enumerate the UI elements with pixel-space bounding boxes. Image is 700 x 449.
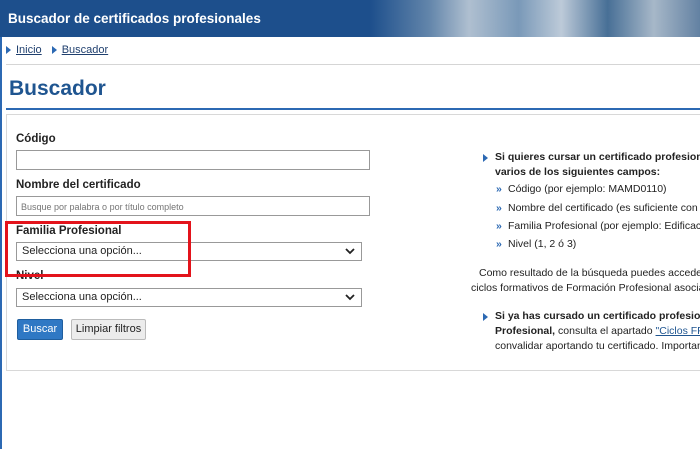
- header-banner-image: [370, 0, 700, 37]
- chevron-down-icon: [345, 294, 355, 301]
- site-header: Buscador de certificados profesionales: [0, 0, 700, 37]
- codigo-input[interactable]: [17, 152, 369, 170]
- title-divider: [6, 108, 700, 110]
- chevron-right-icon: »: [496, 202, 502, 214]
- divider: [6, 64, 700, 65]
- nombre-label: Nombre del certificado: [16, 179, 141, 191]
- info-p3-line3: convalidar aportando tu certificado. Imp…: [495, 340, 700, 352]
- left-accent-line: [0, 37, 2, 449]
- chevron-right-icon: »: [496, 220, 502, 232]
- bullet-arrow-icon: [483, 154, 488, 162]
- info-p3-line2: Profesional, consulta el apartado "Ciclo…: [495, 325, 700, 337]
- info-p3-text: consulta el apartado: [555, 325, 656, 337]
- search-button[interactable]: Buscar: [17, 319, 63, 340]
- info-bullet: Familia Profesional (por ejemplo: Edific…: [508, 220, 700, 232]
- chevron-right-icon: »: [496, 238, 502, 250]
- page-title: Buscador: [9, 77, 106, 100]
- ciclos-link[interactable]: "Ciclos FF: [656, 325, 700, 337]
- info-p2-line1: Como resultado de la búsqueda puedes acc…: [479, 267, 700, 279]
- nivel-select[interactable]: Selecciona una opción...: [16, 288, 362, 307]
- bullet-arrow-icon: [483, 313, 488, 321]
- nombre-field[interactable]: [16, 196, 370, 216]
- header-title: Buscador de certificados profesionales: [8, 11, 261, 26]
- codigo-field[interactable]: [16, 150, 370, 170]
- info-p3-bold: Profesional,: [495, 325, 556, 337]
- highlight-box: [5, 221, 191, 277]
- chevron-down-icon: [345, 248, 355, 255]
- info-bullet: Nivel (1, 2 ó 3): [508, 238, 577, 250]
- clear-filters-button[interactable]: Limpiar filtros: [71, 319, 146, 340]
- info-bullet: Código (por ejemplo: MAMD0110): [508, 183, 667, 195]
- breadcrumb-arrow-icon: [51, 46, 57, 54]
- breadcrumb-link-buscador[interactable]: Buscador: [62, 44, 108, 56]
- nivel-selected-value: Selecciona una opción...: [22, 291, 142, 303]
- breadcrumb-link-inicio[interactable]: Inicio: [16, 44, 42, 56]
- nombre-input[interactable]: [17, 198, 369, 216]
- codigo-label: Código: [16, 133, 56, 145]
- info-p1-line1: Si quieres cursar un certificado profesi…: [495, 151, 700, 163]
- info-bullet: Nombre del certificado (es suficiente co…: [508, 202, 698, 214]
- breadcrumb-arrow-icon: [6, 46, 11, 54]
- info-p3-line1: Si ya has cursado un certificado profesi…: [495, 310, 700, 322]
- chevron-right-icon: »: [496, 183, 502, 195]
- info-p1-line2: varios de los siguientes campos:: [495, 166, 661, 178]
- breadcrumb: Inicio Buscador: [6, 44, 108, 56]
- info-p2-line2: ciclos formativos de Formación Profesion…: [471, 282, 700, 294]
